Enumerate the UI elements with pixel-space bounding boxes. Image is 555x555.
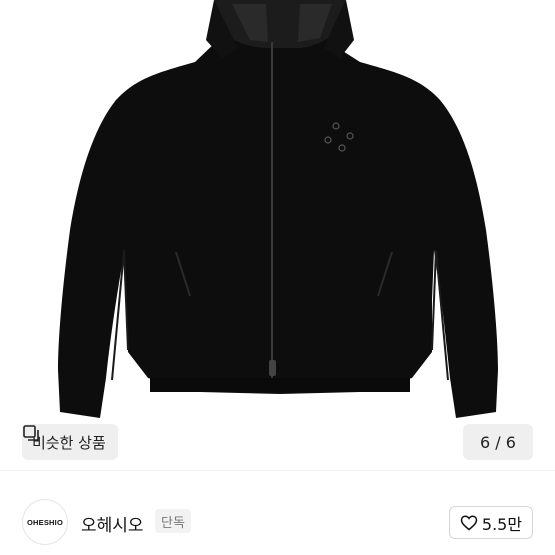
exclusive-badge: 단독 (155, 509, 191, 533)
similar-products-label: 비슷한 상품 (32, 433, 106, 452)
like-button[interactable]: 5.5만 (449, 506, 533, 539)
seller-name[interactable]: 오헤시오 (81, 511, 144, 536)
image-counter: 6 / 6 (463, 424, 533, 460)
similar-products-button[interactable]: 비슷한 상품 (22, 424, 118, 460)
heart-icon (460, 514, 478, 530)
jacket-image (58, 0, 498, 418)
similar-items-icon (23, 425, 39, 441)
like-count: 5.5만 (481, 514, 523, 534)
seller-bar: OHESHIO 오헤시오 단독 5.5만 (0, 470, 555, 555)
seller-avatar[interactable]: OHESHIO (22, 499, 68, 545)
product-photo[interactable]: 비슷한 상품 6 / 6 (0, 0, 555, 470)
